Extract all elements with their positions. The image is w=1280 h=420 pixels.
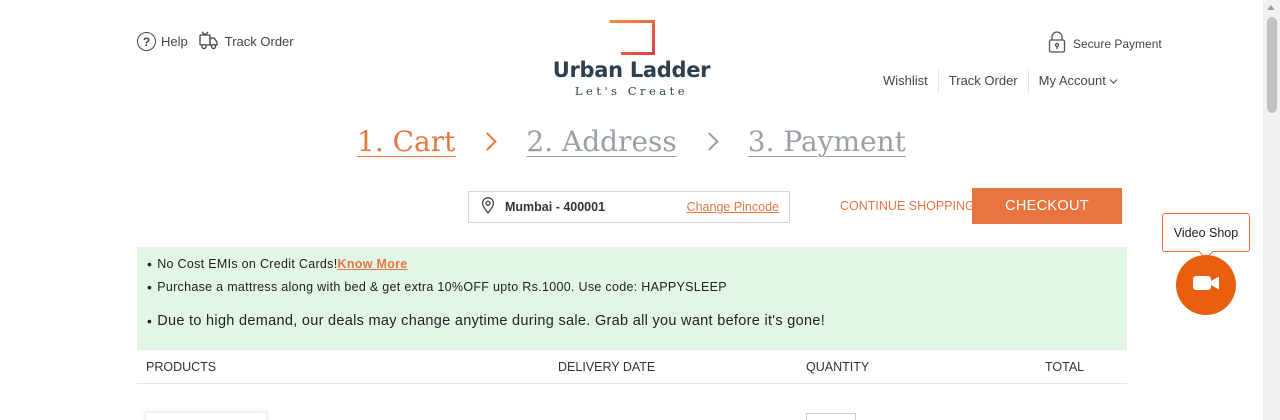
col-delivery-date: DELIVERY DATE bbox=[558, 360, 656, 374]
video-shop-tooltip: Video Shop bbox=[1162, 213, 1250, 252]
logo-tagline: Let's Create bbox=[574, 84, 689, 98]
step-cart[interactable]: 1. Cart bbox=[357, 125, 455, 158]
logo-mark-icon bbox=[608, 20, 655, 55]
help-circle-icon: ? bbox=[137, 32, 156, 51]
page-scrollbar[interactable] bbox=[1263, 0, 1280, 420]
my-account-label: My Account bbox=[1038, 73, 1106, 88]
continue-shopping-link[interactable]: CONTINUE SHOPPING bbox=[840, 199, 975, 213]
track-order-link-top[interactable]: Track Order bbox=[198, 29, 294, 54]
step-payment[interactable]: 3. Payment bbox=[748, 125, 906, 158]
offer-item: • No Cost EMIs on Credit Cards! Know Mor… bbox=[147, 256, 1127, 272]
top-utility-links: ? Help Track Order bbox=[137, 29, 294, 54]
map-pin-icon bbox=[481, 197, 495, 217]
secure-payment-label: Secure Payment bbox=[1073, 36, 1162, 51]
step-arrow-icon bbox=[700, 132, 719, 151]
help-label: Help bbox=[161, 34, 188, 49]
bullet: • bbox=[147, 279, 153, 295]
product-thumbnail[interactable] bbox=[145, 412, 267, 420]
col-quantity: QUANTITY bbox=[806, 360, 870, 374]
pincode-box: Mumbai - 400001 Change Pincode bbox=[468, 191, 790, 223]
offer-item: • Purchase a mattress along with bed & g… bbox=[147, 279, 1127, 295]
my-account-menu[interactable]: My Account bbox=[1029, 70, 1129, 92]
offer-text-emi: No Cost EMIs on Credit Cards! bbox=[157, 257, 338, 271]
offers-banner: • No Cost EMIs on Credit Cards! Know Mor… bbox=[137, 247, 1127, 349]
brand-logo[interactable]: Urban Ladder Let's Create bbox=[545, 20, 718, 98]
help-link[interactable]: ? Help bbox=[137, 32, 188, 51]
track-order-link[interactable]: Track Order bbox=[939, 70, 1029, 92]
secure-payment-badge: Secure Payment bbox=[1047, 31, 1162, 56]
bullet: • bbox=[147, 313, 153, 329]
change-pincode-link[interactable]: Change Pincode bbox=[687, 200, 779, 214]
video-shop-button[interactable] bbox=[1176, 255, 1236, 315]
video-camera-icon bbox=[1192, 274, 1220, 297]
chevron-down-icon bbox=[1109, 73, 1118, 88]
checkout-button[interactable]: CHECKOUT bbox=[972, 188, 1122, 224]
scroll-up-icon[interactable] bbox=[1267, 5, 1275, 10]
pincode-location: Mumbai - 400001 bbox=[505, 200, 606, 214]
track-order-label-top: Track Order bbox=[224, 34, 294, 49]
col-total: TOTAL bbox=[1045, 360, 1085, 374]
padlock-icon bbox=[1047, 31, 1067, 56]
quantity-select[interactable] bbox=[806, 413, 856, 420]
scrollbar-thumb[interactable] bbox=[1267, 17, 1277, 113]
step-address[interactable]: 2. Address bbox=[526, 125, 676, 158]
know-more-link[interactable]: Know More bbox=[338, 257, 408, 271]
account-nav: Wishlist Track Order My Account bbox=[873, 70, 1128, 92]
step-arrow-icon bbox=[478, 132, 498, 151]
logo-name: Urban Ladder bbox=[552, 58, 711, 82]
col-products: PRODUCTS bbox=[146, 360, 217, 374]
cart-table-header: PRODUCTS DELIVERY DATE QUANTITY TOTAL bbox=[137, 349, 1127, 384]
offer-item: • Due to high demand, our deals may chan… bbox=[147, 312, 1127, 330]
offer-text-mattress: Purchase a mattress along with bed & get… bbox=[157, 280, 727, 294]
checkout-steps: 1. Cart 2. Address 3. Payment bbox=[357, 125, 906, 158]
bullet: • bbox=[147, 256, 153, 272]
delivery-truck-icon bbox=[198, 29, 220, 54]
wishlist-link[interactable]: Wishlist bbox=[873, 70, 939, 92]
offer-text-demand: Due to high demand, our deals may change… bbox=[157, 313, 826, 329]
